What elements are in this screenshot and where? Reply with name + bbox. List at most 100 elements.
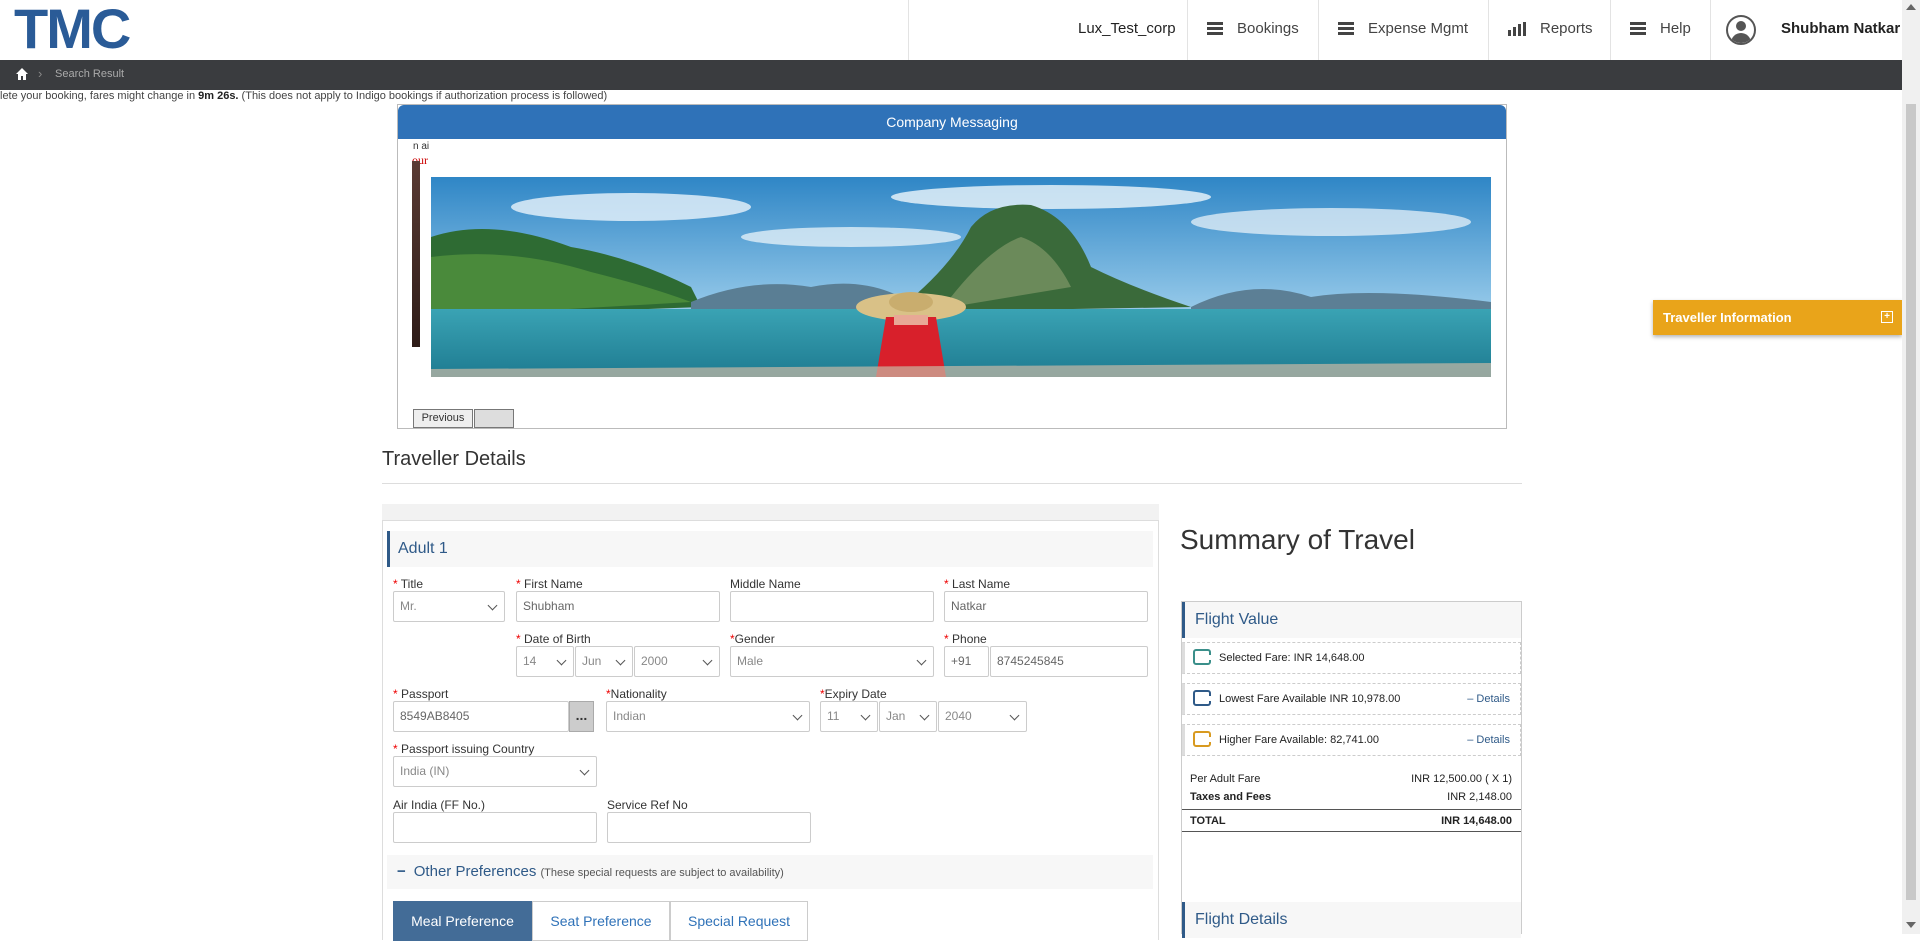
tab-special-request[interactable]: Special Request — [670, 901, 808, 941]
passport-input[interactable]: 8549AB8405 — [393, 701, 569, 732]
lowest-fare-text: Lowest Fare Available INR 10,978.00 — [1219, 693, 1401, 705]
expand-icon[interactable]: + — [1881, 311, 1893, 323]
dob-day-select[interactable]: 14 — [516, 646, 574, 677]
timer-countdown: 9m 26s. — [198, 90, 239, 102]
fare-timer-notice: lete your booking, fares might change in… — [0, 90, 607, 102]
total-divider — [1182, 831, 1521, 832]
user-avatar-icon[interactable] — [1726, 15, 1756, 45]
top-navigation-bar: TMC Lux_Test_corp Bookings Expense Mgmt … — [0, 0, 1902, 60]
middle-name-label: Middle Name — [730, 577, 801, 591]
phone-label: * Phone — [944, 632, 987, 646]
total-row: TOTAL INR 14,648.00 — [1190, 815, 1512, 827]
tab-meal-preference[interactable]: Meal Preference — [393, 901, 532, 941]
nav-expense-mgmt-label: Expense Mgmt — [1368, 20, 1469, 37]
previous-slide-image-edge — [412, 161, 420, 347]
total-value: INR 14,648.00 — [1441, 815, 1512, 827]
title-select[interactable]: Mr. — [393, 591, 505, 622]
nav-help-label: Help — [1660, 20, 1691, 37]
scrollbar-thumb[interactable] — [1906, 104, 1916, 900]
section-top-bar — [382, 504, 1159, 520]
dob-month-select[interactable]: Jun — [575, 646, 633, 677]
expiry-year-select[interactable]: 2040 — [938, 701, 1027, 732]
other-preferences-note: (These special requests are subject to a… — [540, 867, 784, 879]
total-divider — [1182, 809, 1521, 810]
service-ref-input[interactable] — [607, 812, 811, 843]
nav-divider — [1318, 0, 1319, 60]
nav-divider — [1187, 0, 1188, 60]
nav-divider — [1710, 0, 1711, 60]
expiry-date-label: *Expiry Date — [820, 687, 887, 701]
title-label: * Title — [393, 577, 424, 591]
nav-bookings-label: Bookings — [1237, 20, 1299, 37]
nationality-label: *Nationality — [606, 687, 667, 701]
company-messaging-panel: Company Messaging n ai our Previous — [397, 104, 1507, 429]
passport-label: * Passport — [393, 687, 449, 701]
phone-input[interactable]: 8745245845 — [990, 646, 1148, 677]
adult-heading: Adult 1 — [387, 531, 1153, 567]
bar-chart-icon — [1508, 21, 1526, 36]
menu-icon — [1338, 22, 1354, 35]
home-icon[interactable] — [15, 67, 29, 81]
traveller-information-label: Traveller Information — [1663, 310, 1792, 325]
corporate-name: Lux_Test_corp — [1078, 20, 1176, 37]
nav-reports-label: Reports — [1540, 20, 1593, 37]
traveller-details-title: Traveller Details — [382, 448, 526, 470]
per-adult-fare-row: Per Adult Fare INR 12,500.00 ( X 1) — [1190, 773, 1512, 785]
per-adult-fare-value: INR 12,500.00 ( X 1) — [1411, 773, 1512, 785]
first-name-input[interactable]: Shubham — [516, 591, 720, 622]
breadcrumb-current: Search Result — [55, 68, 125, 80]
timer-prefix: lete your booking, fares might change in — [0, 90, 199, 102]
scroll-down-arrow[interactable] — [1906, 922, 1916, 928]
dob-label: * Date of Birth — [516, 632, 591, 646]
taxes-row: Taxes and Fees INR 2,148.00 — [1190, 791, 1512, 803]
company-messaging-header: Company Messaging — [398, 105, 1506, 139]
service-ref-label: Service Ref No — [607, 798, 688, 812]
expiry-month-select[interactable]: Jan — [879, 701, 937, 732]
gender-select[interactable]: Male — [730, 646, 934, 677]
flight-details-heading: Flight Details — [1182, 902, 1521, 938]
nav-expense-mgmt[interactable]: Expense Mgmt — [1338, 20, 1468, 37]
page-scrollbar[interactable] — [1902, 0, 1920, 934]
ff-no-input[interactable] — [393, 812, 597, 843]
menu-icon — [1207, 22, 1223, 35]
last-name-input[interactable]: Natkar — [944, 591, 1148, 622]
middle-name-input[interactable] — [730, 591, 934, 622]
first-name-label: * First Name — [516, 577, 583, 591]
nav-bookings[interactable]: Bookings — [1207, 20, 1299, 37]
dob-year-select[interactable]: 2000 — [634, 646, 720, 677]
user-name[interactable]: Shubham Natkar — [1781, 20, 1900, 37]
higher-fare-text: Higher Fare Available: 82,741.00 — [1219, 734, 1380, 746]
lowest-fare-details-link[interactable]: – Details — [1467, 684, 1510, 714]
other-preferences-toggle[interactable]: − Other Preferences (These special reques… — [387, 855, 1153, 889]
wallet-icon — [1193, 649, 1211, 665]
nationality-select[interactable]: Indian — [606, 701, 810, 732]
expiry-day-select[interactable]: 11 — [820, 701, 878, 732]
summary-panel: Flight Value Selected Fare: INR 14,648.0… — [1181, 601, 1522, 938]
nav-reports[interactable]: Reports — [1508, 20, 1593, 37]
breadcrumb-separator: › — [38, 66, 43, 81]
summary-title: Summary of Travel — [1180, 524, 1415, 555]
nav-help[interactable]: Help — [1630, 20, 1691, 37]
tab-seat-preference[interactable]: Seat Preference — [532, 901, 670, 941]
phone-code-input[interactable]: +91 — [944, 646, 989, 677]
traveller-information-tab[interactable]: Traveller Information + — [1653, 300, 1902, 335]
higher-fare-details-link[interactable]: – Details — [1467, 725, 1510, 755]
flight-value-heading: Flight Value — [1182, 602, 1521, 638]
scroll-up-arrow[interactable] — [1906, 4, 1916, 10]
menu-icon — [1630, 22, 1646, 35]
wallet-icon — [1193, 690, 1211, 706]
tmc-logo[interactable]: TMC — [14, 1, 131, 57]
next-slide-button[interactable] — [474, 409, 514, 428]
other-preferences-label: Other Preferences — [413, 863, 537, 880]
wallet-icon — [1193, 731, 1211, 747]
passport-country-select[interactable]: India (IN) — [393, 756, 597, 787]
selected-fare-text: Selected Fare: INR 14,648.00 — [1219, 652, 1365, 664]
nav-divider — [908, 0, 909, 60]
higher-fare-row: Higher Fare Available: 82,741.00 – Detai… — [1182, 724, 1521, 756]
taxes-value: INR 2,148.00 — [1447, 791, 1512, 803]
selected-fare-row: Selected Fare: INR 14,648.00 — [1182, 642, 1521, 674]
passport-lookup-button[interactable]: ... — [569, 701, 594, 732]
lowest-fare-row: Lowest Fare Available INR 10,978.00 – De… — [1182, 683, 1521, 715]
breadcrumb: › Search Result — [0, 60, 1902, 90]
previous-slide-button[interactable]: Previous — [413, 409, 473, 428]
